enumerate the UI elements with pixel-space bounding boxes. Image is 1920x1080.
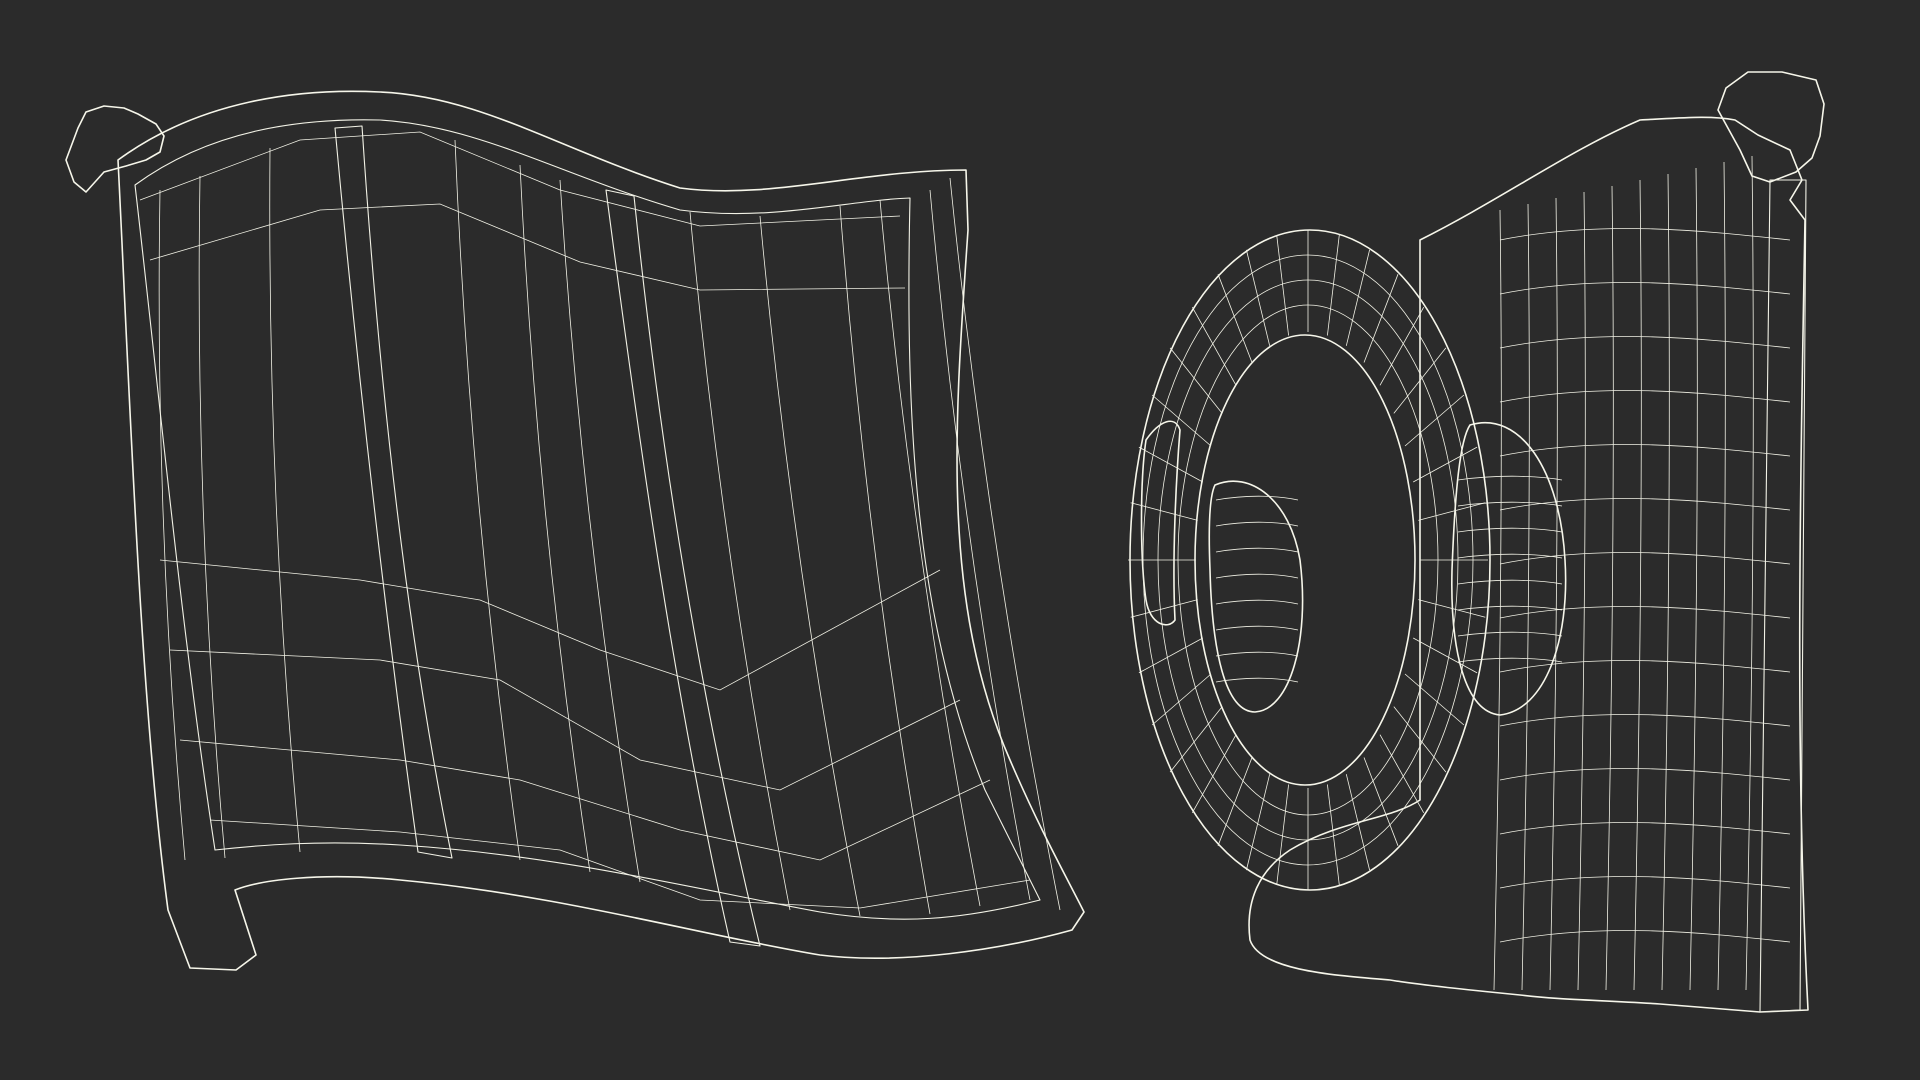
- pole-knob: [65, 105, 165, 193]
- flag-rib-left: [334, 125, 453, 859]
- rear-disc-wire: [1457, 553, 1563, 559]
- front-wire-column: [269, 147, 301, 853]
- ring-wire-loop: [1177, 304, 1439, 816]
- flag-side-view: [1129, 71, 1825, 1013]
- panel-wire-row: [1499, 390, 1791, 403]
- panel-wire-row: [1499, 498, 1791, 511]
- ring-wire-radial: [1169, 347, 1223, 414]
- ring-wire-radial: [1379, 734, 1425, 813]
- rear-disc-wire: [1457, 631, 1563, 637]
- ring-wire-radial: [1191, 307, 1237, 386]
- side-pole-knob: [1717, 71, 1825, 183]
- panel-wire-row: [1499, 822, 1791, 835]
- panel-wire-column: [1493, 209, 1502, 991]
- front-wire-row: [159, 559, 941, 691]
- ring-wire-radial: [1418, 502, 1486, 521]
- front-wire-row: [149, 203, 906, 291]
- wireframe-render-canvas: [65, 71, 1825, 1013]
- front-disc-wire: [1215, 521, 1299, 527]
- panel-wire-row: [1499, 228, 1791, 241]
- panel-wire-row: [1499, 768, 1791, 781]
- ring-wire-radial: [1413, 446, 1478, 483]
- front-wire-column: [879, 199, 981, 907]
- front-disc-wire: [1215, 495, 1299, 501]
- front-disc-wire: [1215, 625, 1299, 631]
- side-rear-disc: [1451, 422, 1567, 716]
- rear-disc-wire: [1457, 579, 1563, 585]
- panel-wire-row: [1499, 714, 1791, 727]
- ring-wire-radial: [1138, 637, 1203, 674]
- ring-wire-radial: [1138, 446, 1203, 483]
- front-disc-wire: [1215, 599, 1299, 605]
- flag-inner-frame: [134, 119, 1041, 920]
- panel-wire-column: [1549, 197, 1558, 991]
- ring-wire-loop: [1157, 279, 1459, 841]
- panel-wire-column: [1605, 185, 1614, 991]
- front-wire-column: [839, 205, 931, 915]
- panel-wire-row: [1499, 444, 1791, 457]
- ring-wire-radial: [1413, 637, 1478, 674]
- front-wire-column: [929, 189, 1031, 901]
- panel-wire-column: [1521, 203, 1530, 991]
- panel-wire-row: [1499, 930, 1791, 943]
- front-wire-column: [519, 164, 591, 873]
- front-wire-column: [949, 177, 1061, 911]
- panel-wire-column: [1745, 155, 1754, 991]
- ring-wire-radial: [1169, 706, 1223, 773]
- flag-body: [117, 90, 1085, 971]
- front-wire-column: [559, 179, 641, 883]
- rear-disc-wire: [1457, 657, 1563, 663]
- front-disc-wire: [1215, 547, 1299, 553]
- front-wire-column: [759, 215, 861, 917]
- ring-wire-radial: [1379, 307, 1425, 386]
- panel-wire-column: [1689, 167, 1698, 991]
- ring-wire-radial: [1130, 599, 1198, 618]
- front-wire-column: [198, 175, 226, 859]
- flag-front-wire-grid: [139, 131, 1061, 917]
- panel-wire-row: [1499, 282, 1791, 295]
- front-wire-column: [689, 211, 791, 911]
- flag-rib-right: [605, 189, 761, 947]
- ring-wire-radial: [1191, 734, 1237, 813]
- front-disc-wire: [1215, 651, 1299, 657]
- panel-wire-row: [1499, 876, 1791, 889]
- flag-front-view: [65, 90, 1085, 971]
- panel-wire-column: [1633, 179, 1642, 991]
- front-wire-column: [158, 189, 186, 861]
- rear-disc-wire: [1457, 605, 1563, 611]
- rear-disc-wire: [1457, 527, 1563, 533]
- flag-side-wire-grid: [1128, 155, 1791, 991]
- front-wire-row: [179, 739, 991, 861]
- front-wire-row: [209, 819, 1031, 909]
- panel-wire-column: [1661, 173, 1670, 991]
- panel-wire-row: [1499, 660, 1791, 673]
- side-front-disc: [1208, 480, 1304, 713]
- panel-wire-row: [1499, 336, 1791, 349]
- front-disc-wire: [1215, 677, 1299, 683]
- side-ring-hole: [1194, 334, 1416, 786]
- panel-wire-column: [1717, 161, 1726, 991]
- panel-wire-row: [1499, 552, 1791, 565]
- front-wire-row: [139, 131, 901, 227]
- front-wire-column: [454, 139, 521, 861]
- panel-wire-row: [1499, 606, 1791, 619]
- front-disc-wire: [1215, 573, 1299, 579]
- panel-wire-column: [1577, 191, 1586, 991]
